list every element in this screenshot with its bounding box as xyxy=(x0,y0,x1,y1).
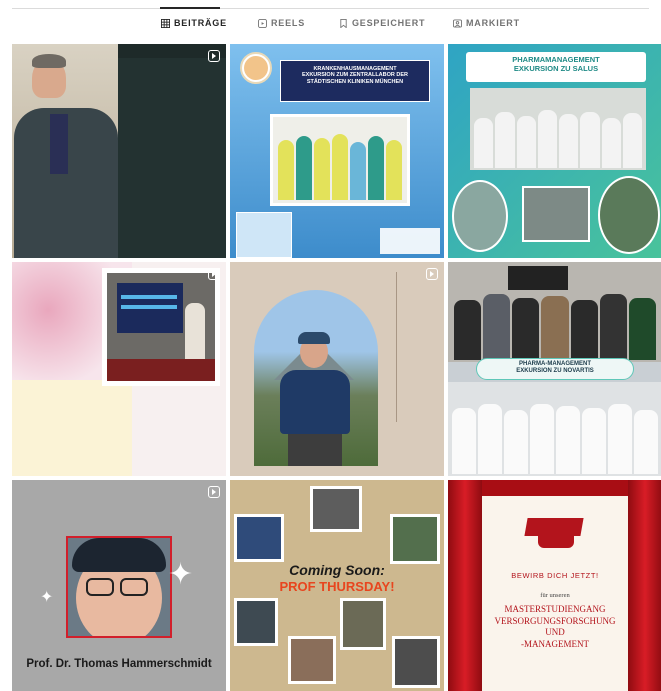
prof-thursday-text: PROF THURSDAY! xyxy=(279,579,395,594)
cta-text: BEWIRB DICH JETZT! xyxy=(511,571,599,580)
photo-frame xyxy=(392,636,440,688)
active-tab-indicator xyxy=(160,7,220,9)
sparkle-icon: ✦ xyxy=(168,558,194,591)
photo-oval xyxy=(452,180,508,252)
program-line: -MANAGEMENT xyxy=(521,639,589,650)
program-line: MASTERSTUDIENGANG xyxy=(504,604,606,614)
tab-beitraege[interactable]: BEITRÄGE xyxy=(161,18,227,28)
profile-tabs: BEITRÄGE REELS GESPEICHERT MARKIERT xyxy=(0,18,661,36)
photo-frame xyxy=(234,514,284,562)
photo-frame xyxy=(340,598,386,650)
photo-frame xyxy=(310,486,362,532)
post-6[interactable]: PHARMA-MANAGEMENT EXKURSION ZU NOVARTIS xyxy=(448,262,661,476)
post-1[interactable] xyxy=(12,44,226,258)
tab-label: GESPEICHERT xyxy=(352,18,426,28)
post-9[interactable]: BEWIRB DICH JETZT! für unseren MASTERSTU… xyxy=(448,480,661,691)
tabs-divider xyxy=(12,8,649,9)
post-7[interactable]: ✦ ✦ Prof. Dr. Thomas Hammerschmidt xyxy=(12,480,226,691)
post-title-line: STÄDTISCHEN KLINIKEN MÜNCHEN xyxy=(306,78,404,85)
program-line: VERSORGUNGSFORSCHUNG xyxy=(494,615,616,626)
tab-markiert[interactable]: MARKIERT xyxy=(453,18,520,28)
dark-panel xyxy=(118,44,226,258)
post-8[interactable]: Coming Soon: PROF THURSDAY! xyxy=(230,480,444,691)
tab-label: MARKIERT xyxy=(466,18,520,28)
coming-soon-text: Coming Soon: xyxy=(289,562,385,578)
program-line: UND xyxy=(545,627,565,638)
curtain-left xyxy=(448,480,482,691)
reel-icon xyxy=(208,50,220,62)
tab-label: BEITRÄGE xyxy=(174,18,227,28)
grid-icon xyxy=(161,18,170,28)
arch-photo xyxy=(254,290,378,466)
tab-gespeichert[interactable]: GESPEICHERT xyxy=(339,18,425,28)
photo-frame xyxy=(288,636,336,684)
reel-icon xyxy=(208,268,220,280)
post-2[interactable]: KRANKENHAUSMANAGEMENT EXKURSION ZUM ZENT… xyxy=(230,44,444,258)
photo-square xyxy=(522,186,590,242)
reel-icon xyxy=(208,486,220,498)
sparkle-icon: ✦ xyxy=(40,589,54,606)
portrait-frame xyxy=(66,536,172,638)
tag-icon xyxy=(453,18,462,28)
post-5[interactable] xyxy=(230,262,444,476)
post-title-line: PHARMA-MANAGEMENT xyxy=(519,361,591,367)
building-icon xyxy=(236,212,292,258)
photo-frame xyxy=(390,514,440,564)
small-text: für unseren xyxy=(540,592,570,599)
bookmark-icon xyxy=(340,18,347,28)
reels-icon xyxy=(258,18,267,28)
curtain-right xyxy=(628,480,661,691)
post-title-line: EXKURSION ZU NOVARTIS xyxy=(516,367,594,374)
tab-reels[interactable]: REELS xyxy=(258,18,305,28)
professor-name: Prof. Dr. Thomas Hammerschmidt xyxy=(26,658,212,670)
post-4[interactable] xyxy=(12,262,226,476)
post-title-line: EXKURSION ZU SALUS xyxy=(513,63,599,73)
reel-icon xyxy=(426,268,438,280)
photo-frame xyxy=(234,598,278,646)
post-3[interactable]: PHARMAMANAGEMENT EXKURSION ZU SALUS xyxy=(448,44,661,258)
photo-frame xyxy=(102,268,220,386)
photo-oval xyxy=(598,176,660,254)
post-title-line: EXKURSION ZUM ZENTRALLABOR DER xyxy=(301,72,409,79)
tab-label: REELS xyxy=(271,18,306,28)
profile-grid-page: BEITRÄGE REELS GESPEICHERT MARKIERT KRAN… xyxy=(0,0,661,691)
